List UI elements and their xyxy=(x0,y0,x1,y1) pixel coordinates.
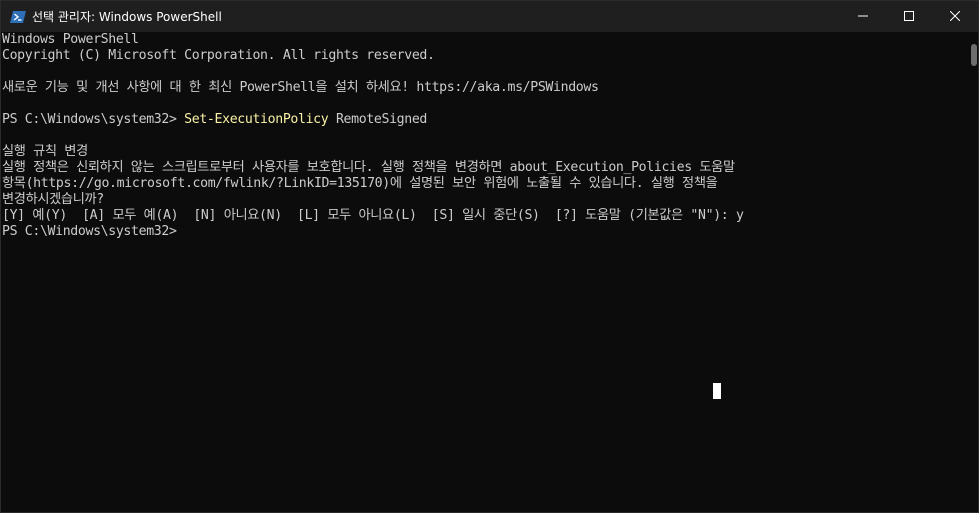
console-line: PS C:\Windows\system32> xyxy=(2,224,177,239)
console-line: 실행 규칙 변경 xyxy=(2,144,88,159)
maximize-button[interactable] xyxy=(886,1,932,32)
command-name: Set-ExecutionPolicy xyxy=(184,112,329,127)
console-line: Windows PowerShell xyxy=(2,32,139,47)
powershell-window: 선택 관리자: Windows PowerShell Windows Power… xyxy=(0,0,979,513)
maximize-icon xyxy=(904,8,914,26)
prompt: PS C:\Windows\system32> xyxy=(2,112,185,127)
close-icon xyxy=(949,8,961,26)
window-title: 선택 관리자: Windows PowerShell xyxy=(32,10,222,24)
console-line: 실행 정책은 신뢰하지 않는 스크립트로부터 사용자를 보호합니다. 실행 정책… xyxy=(2,160,735,175)
console-line: [Y] 예(Y) [A] 모두 예(A) [N] 아니요(N) [L] 모두 아… xyxy=(2,208,744,223)
console-line: 새로운 기능 및 개선 사항에 대 한 최신 PowerShell을 설치 하세… xyxy=(2,80,599,95)
console-output[interactable]: Windows PowerShell Copyright (C) Microso… xyxy=(2,32,968,512)
command-argument: RemoteSigned xyxy=(328,112,428,127)
close-button[interactable] xyxy=(932,1,978,32)
title-bar[interactable]: 선택 관리자: Windows PowerShell xyxy=(1,1,978,32)
minimize-icon xyxy=(858,8,868,26)
powershell-icon xyxy=(10,9,26,25)
console-line: 변경하시겠습니까? xyxy=(2,192,104,207)
command-line: PS C:\Windows\system32> Set-ExecutionPol… xyxy=(2,112,968,128)
minimize-button[interactable] xyxy=(840,1,886,32)
console-line: Copyright (C) Microsoft Corporation. All… xyxy=(2,48,435,63)
text-cursor xyxy=(713,383,721,399)
scrollbar-thumb[interactable] xyxy=(971,44,977,66)
console-line: 항목(https://go.microsoft.com/fwlink/?Link… xyxy=(2,176,718,191)
